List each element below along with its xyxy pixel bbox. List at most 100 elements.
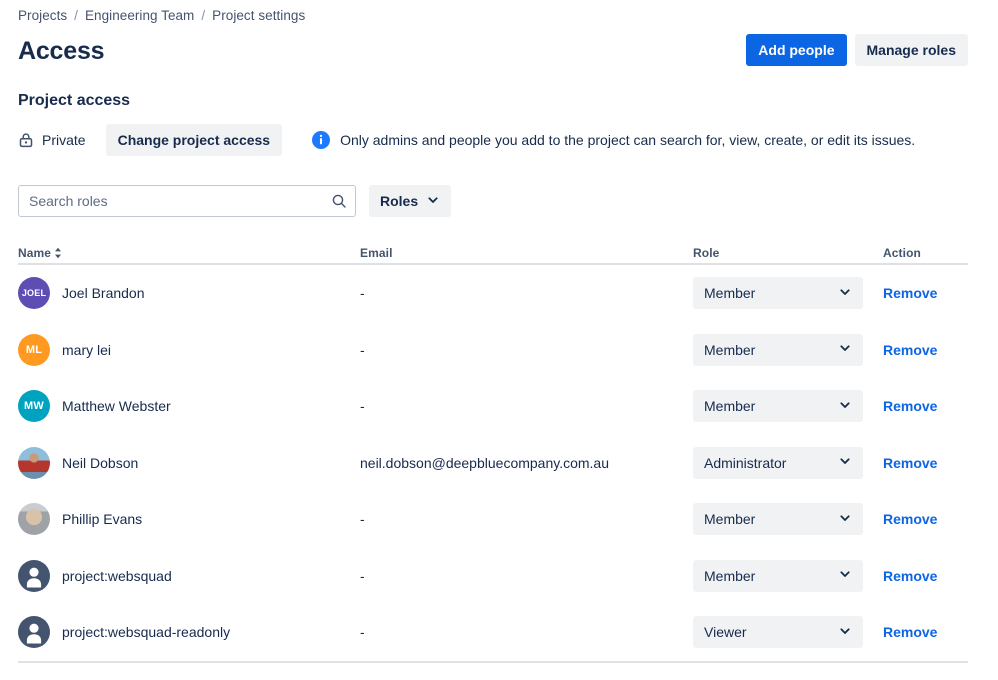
row-name: project:websquad xyxy=(62,568,172,584)
row-action-cell: Remove xyxy=(883,455,968,471)
role-select[interactable]: Administrator xyxy=(693,447,863,479)
project-access-row: Private Change project access Only admin… xyxy=(18,124,978,156)
chevron-down-icon xyxy=(838,511,852,528)
chevron-down-icon xyxy=(838,624,852,641)
row-person: Phillip Evans xyxy=(18,503,360,535)
filter-bar: Roles xyxy=(18,185,451,217)
remove-link[interactable]: Remove xyxy=(883,511,937,527)
remove-link[interactable]: Remove xyxy=(883,342,937,358)
row-person: Neil Dobson xyxy=(18,447,360,479)
column-header-name[interactable]: Name xyxy=(18,246,360,260)
role-select-value: Member xyxy=(704,342,755,358)
remove-link[interactable]: Remove xyxy=(883,455,937,471)
remove-link[interactable]: Remove xyxy=(883,285,937,301)
row-action-cell: Remove xyxy=(883,624,968,640)
avatar-initials: MW xyxy=(18,390,50,422)
row-email: - xyxy=(360,398,693,414)
row-name: Matthew Webster xyxy=(62,398,171,414)
project-access-info-text: Only admins and people you add to the pr… xyxy=(340,132,915,148)
add-people-button[interactable]: Add people xyxy=(746,34,846,66)
table-body: JOELJoel Brandon-MemberRemoveMLmary lei-… xyxy=(18,265,968,663)
project-access-section-title: Project access xyxy=(18,92,130,110)
row-action-cell: Remove xyxy=(883,568,968,584)
role-select-value: Administrator xyxy=(704,455,786,471)
roles-filter-dropdown[interactable]: Roles xyxy=(369,185,451,217)
avatar-initials: JOEL xyxy=(18,277,50,309)
role-select[interactable]: Member xyxy=(693,503,863,535)
row-email: - xyxy=(360,342,693,358)
row-name: project:websquad-readonly xyxy=(62,624,230,640)
row-person: JOEL Joel Brandon xyxy=(18,277,360,309)
table-row: Neil Dobson neil.dobson@deepbluecompany.c… xyxy=(18,435,968,492)
role-select-value: Member xyxy=(704,398,755,414)
roles-filter-label: Roles xyxy=(380,193,418,209)
row-person: project:websquad xyxy=(18,560,360,592)
row-email: - xyxy=(360,624,693,640)
role-select-value: Member xyxy=(704,285,755,301)
remove-link[interactable]: Remove xyxy=(883,624,937,640)
avatar-person-icon xyxy=(18,560,50,592)
row-name: mary lei xyxy=(62,342,111,358)
role-select[interactable]: Member xyxy=(693,390,863,422)
row-action-cell: Remove xyxy=(883,511,968,527)
table-row: MLmary lei-Member Remove xyxy=(18,322,968,379)
project-privacy-status: Private xyxy=(18,132,86,148)
row-person: MLmary lei xyxy=(18,334,360,366)
search-roles-wrapper xyxy=(18,185,356,217)
avatar-photo xyxy=(18,503,50,535)
row-role-cell: Member xyxy=(693,503,883,535)
role-select-value: Member xyxy=(704,511,755,527)
row-email: - xyxy=(360,511,693,527)
row-person: project:websquad-readonly xyxy=(18,616,360,648)
row-action-cell: Remove xyxy=(883,398,968,414)
header-actions: Add people Manage roles xyxy=(746,34,968,66)
row-role-cell: Member xyxy=(693,560,883,592)
table-row: project:websquad -Member Remove xyxy=(18,548,968,605)
row-email: neil.dobson@deepbluecompany.com.au xyxy=(360,455,693,471)
chevron-down-icon xyxy=(838,398,852,415)
column-header-name-label: Name xyxy=(18,246,51,260)
breadcrumb: Projects / Engineering Team / Project se… xyxy=(18,8,305,23)
chevron-down-icon xyxy=(838,285,852,302)
role-select-value: Viewer xyxy=(704,624,747,640)
row-person: MW Matthew Webster xyxy=(18,390,360,422)
access-table: Name Email Role Action JOEL Joel Brandon -… xyxy=(18,243,968,663)
role-select[interactable]: Member xyxy=(693,560,863,592)
sort-updown-icon xyxy=(54,247,62,259)
remove-link[interactable]: Remove xyxy=(883,568,937,584)
column-header-action: Action xyxy=(883,246,968,260)
role-select[interactable]: Viewer xyxy=(693,616,863,648)
breadcrumb-item-projects[interactable]: Projects xyxy=(18,8,67,23)
project-privacy-label: Private xyxy=(42,132,86,148)
row-email: - xyxy=(360,568,693,584)
table-row: MW Matthew Webster -Member Remove xyxy=(18,378,968,435)
row-role-cell: Member xyxy=(693,277,883,309)
column-header-email: Email xyxy=(360,246,693,260)
change-project-access-button[interactable]: Change project access xyxy=(106,124,283,156)
remove-link[interactable]: Remove xyxy=(883,398,937,414)
column-header-role: Role xyxy=(693,246,883,260)
project-access-info: Only admins and people you add to the pr… xyxy=(312,131,915,149)
breadcrumb-separator: / xyxy=(74,8,78,23)
row-email: - xyxy=(360,285,693,301)
role-select[interactable]: Member xyxy=(693,334,863,366)
row-name: Phillip Evans xyxy=(62,511,142,527)
avatar-photo xyxy=(18,447,50,479)
table-row: Phillip Evans -Member Remove xyxy=(18,491,968,548)
chevron-down-icon xyxy=(838,341,852,358)
breadcrumb-item-project-settings[interactable]: Project settings xyxy=(212,8,305,23)
table-header-row: Name Email Role Action xyxy=(18,243,968,265)
manage-roles-button[interactable]: Manage roles xyxy=(855,34,968,66)
breadcrumb-separator: / xyxy=(201,8,205,23)
breadcrumb-item-engineering-team[interactable]: Engineering Team xyxy=(85,8,194,23)
search-roles-input[interactable] xyxy=(18,185,356,217)
lock-icon xyxy=(18,132,34,148)
row-action-cell: Remove xyxy=(883,342,968,358)
chevron-down-icon xyxy=(838,454,852,471)
page-header: Access Add people Manage roles xyxy=(18,34,968,70)
row-action-cell: Remove xyxy=(883,285,968,301)
row-name: Joel Brandon xyxy=(62,285,145,301)
row-name: Neil Dobson xyxy=(62,455,138,471)
chevron-down-icon xyxy=(838,567,852,584)
role-select[interactable]: Member xyxy=(693,277,863,309)
